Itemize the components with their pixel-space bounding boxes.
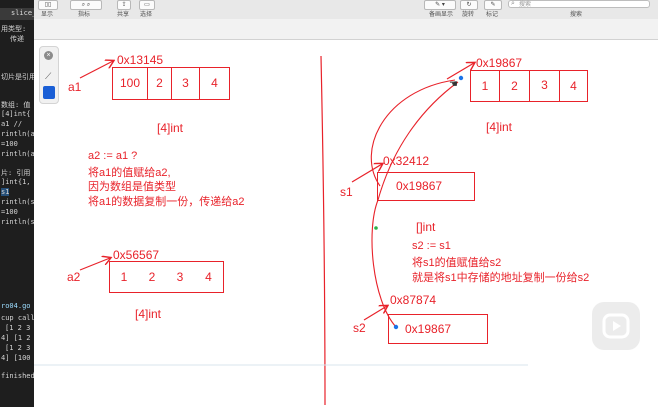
array-cell: 2 (499, 71, 529, 101)
pen-color-swatch[interactable] (43, 86, 55, 99)
note-line: 将a1的数据复制一份，传递给a2 (88, 196, 245, 208)
a2-cell: 1 (120, 270, 128, 284)
a1-cell: 100 (119, 76, 141, 90)
array-cell: 1 (481, 79, 489, 93)
note-line: s2 := s1 (412, 240, 451, 252)
s1-address: 0x32412 (383, 154, 430, 168)
hand-cursor-icon: ☚ (449, 79, 458, 90)
a1-address: 0x13145 (117, 53, 164, 67)
note-line: 因为数组是值类型 (88, 181, 176, 193)
drawing-palette: × ⟋ (39, 46, 59, 104)
a2-cell: 3 (176, 270, 184, 284)
array-cell: 4 (559, 71, 587, 101)
a1-arrow (79, 61, 113, 79)
a2-array-box: 1 2 3 4 (109, 261, 224, 293)
s1-value-box: 0x19867 (377, 172, 475, 201)
a2-type-label: [4]int (135, 307, 162, 321)
slice-type-label: []int (416, 220, 436, 234)
array-type-label: [4]int (486, 120, 513, 134)
stroke-icon[interactable]: ⟋ (45, 71, 51, 82)
s1-value: 0x19867 (396, 179, 443, 193)
s2-label: s2 (353, 321, 366, 335)
s1-pointer-curve (370, 79, 456, 187)
s2-value-box: 0x19867 (388, 314, 488, 344)
a1-cell: 3 (171, 68, 199, 99)
array-address: 0x19867 (476, 56, 523, 70)
close-palette-icon[interactable]: × (44, 51, 53, 60)
a1-type-label: [4]int (157, 121, 184, 135)
a2-arrow (79, 258, 110, 271)
curve-node-dot (374, 226, 378, 230)
a2-address: 0x56567 (113, 248, 160, 262)
a1-cell: 2 (147, 68, 171, 99)
s2-value: 0x19867 (405, 322, 452, 336)
underlying-array-box: 1 2 3 4 (470, 70, 588, 102)
play-icon (602, 313, 630, 339)
array-cell: 3 (529, 71, 559, 101)
a2-label: a2 (67, 270, 81, 284)
a1-label: a1 (68, 80, 82, 94)
note-line: 就是将s1中存储的地址复制一份给s2 (412, 272, 590, 284)
divider-line (320, 55, 326, 406)
a1-array-box: 100 2 3 4 (112, 67, 230, 100)
array-pointer-dot (458, 75, 464, 81)
a2-cell: 2 (148, 270, 156, 284)
note-line: a2 := a1 ? (88, 150, 138, 162)
a1-cell: 4 (199, 68, 229, 99)
s1-label: s1 (340, 185, 353, 199)
note-line: 将s1的值赋值给s2 (412, 257, 502, 269)
a2-cell: 4 (205, 270, 212, 284)
play-video-icon[interactable] (592, 302, 640, 350)
s2-arrow (363, 306, 387, 321)
s2-address: 0x87874 (390, 293, 437, 307)
